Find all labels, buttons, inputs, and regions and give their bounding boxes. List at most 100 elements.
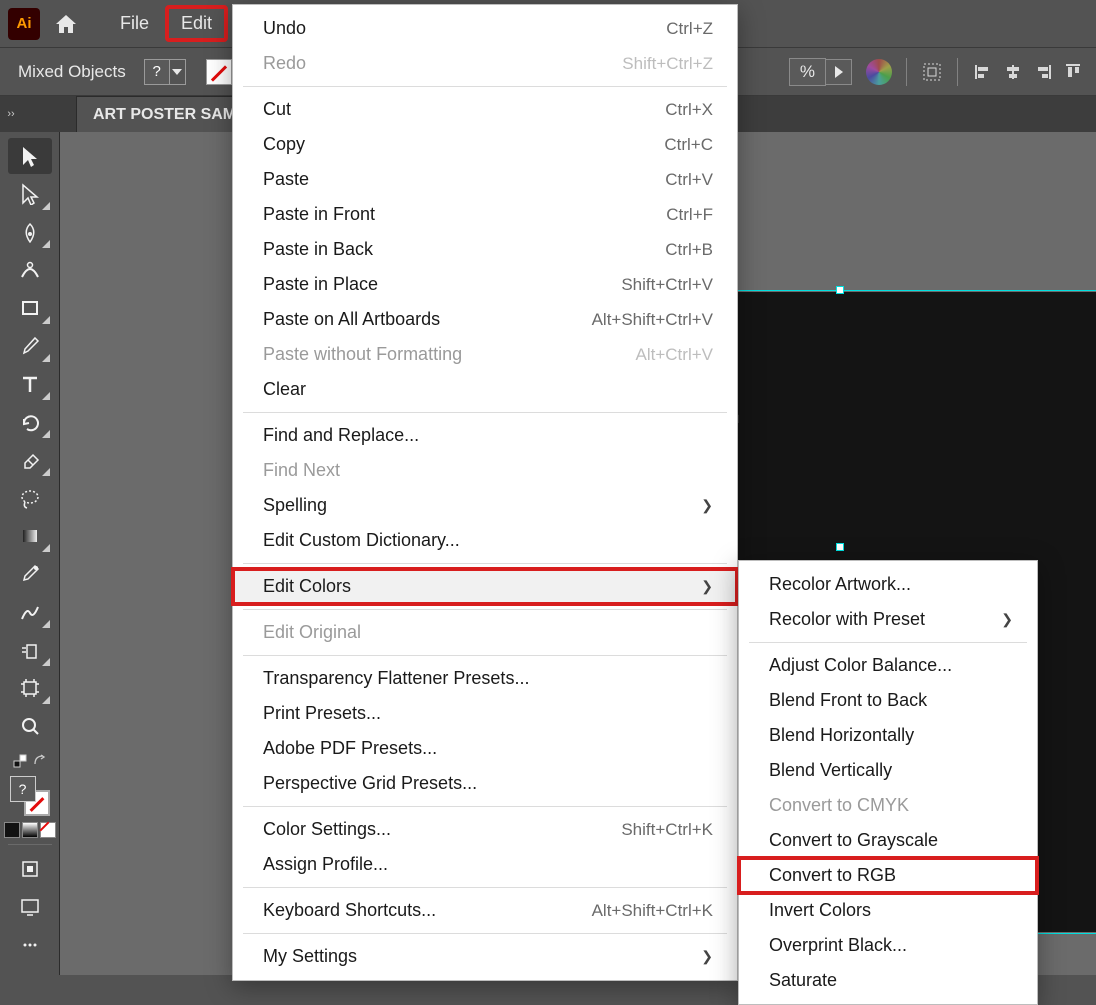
editcolors-item-blend-front-to-back[interactable]: Blend Front to Back [739, 683, 1037, 718]
rectangle-tool[interactable] [8, 290, 52, 326]
menu-item-label: Blend Horizontally [769, 725, 1013, 746]
menu-item-label: Clear [263, 379, 713, 400]
direct-selection-tool[interactable] [8, 176, 52, 212]
align-left-icon[interactable] [972, 61, 994, 83]
editcolors-item-recolor-artwork[interactable]: Recolor Artwork... [739, 567, 1037, 602]
fill-swatch[interactable]: ? [144, 59, 170, 85]
align-right-icon[interactable] [1032, 61, 1054, 83]
selection-type-label: Mixed Objects [12, 62, 132, 82]
recolor-artwork-icon[interactable] [866, 59, 892, 85]
edit-menu-item-cut[interactable]: CutCtrl+X [233, 92, 737, 127]
menu-item-label: Adjust Color Balance... [769, 655, 1013, 676]
editcolors-item-blend-horizontally[interactable]: Blend Horizontally [739, 718, 1037, 753]
editcolors-item-blend-vertically[interactable]: Blend Vertically [739, 753, 1037, 788]
paintbrush-tool[interactable] [8, 328, 52, 364]
screen-mode-icon[interactable] [8, 889, 52, 925]
edit-menu-item-color-settings[interactable]: Color Settings...Shift+Ctrl+K [233, 812, 737, 847]
menu-item-shortcut: Ctrl+C [664, 135, 713, 155]
fill-stroke-indicator[interactable]: ? [10, 776, 50, 816]
opacity-step-button[interactable] [826, 59, 852, 85]
menu-edit[interactable]: Edit [167, 7, 226, 40]
menu-item-label: Print Presets... [263, 703, 713, 724]
edit-menu-item-paste-on-all-artboards[interactable]: Paste on All Artboards Alt+Shift+Ctrl+V [233, 302, 737, 337]
type-tool[interactable] [8, 366, 52, 402]
eraser-tool[interactable] [8, 442, 52, 478]
opacity-value[interactable]: % [789, 58, 826, 86]
edit-menu-item-paste-in-back[interactable]: Paste in Back Ctrl+B [233, 232, 737, 267]
edit-menu-item-transparency-flattener-presets[interactable]: Transparency Flattener Presets... [233, 661, 737, 696]
edit-menu-item-spelling[interactable]: Spelling❯ [233, 488, 737, 523]
color-mode-solid[interactable] [4, 822, 20, 838]
selection-tool[interactable] [8, 138, 52, 174]
draw-mode-icon[interactable] [8, 851, 52, 887]
editcolors-item-overprint-black[interactable]: Overprint Black... [739, 928, 1037, 963]
swap-fill-stroke-icon[interactable] [13, 754, 27, 768]
menu-item-label: Transparency Flattener Presets... [263, 668, 713, 689]
expand-panels-icon[interactable]: ›› [0, 108, 22, 120]
align-top-icon[interactable] [1062, 61, 1084, 83]
pen-tool[interactable] [8, 214, 52, 250]
edit-menu-item-print-presets[interactable]: Print Presets... [233, 696, 737, 731]
menu-item-label: Paste on All Artboards [263, 309, 552, 330]
edit-menu-item-perspective-grid-presets[interactable]: Perspective Grid Presets... [233, 766, 737, 801]
menu-item-label: Perspective Grid Presets... [263, 773, 713, 794]
align-hcenter-icon[interactable] [1002, 61, 1024, 83]
editcolors-item-convert-to-rgb[interactable]: Convert to RGB [739, 858, 1037, 893]
menu-item-label: Overprint Black... [769, 935, 1013, 956]
menu-file[interactable]: File [106, 7, 163, 40]
submenu-arrow-icon: ❯ [1001, 611, 1013, 628]
lasso-tool[interactable] [8, 480, 52, 516]
edit-menu-item-keyboard-shortcuts[interactable]: Keyboard Shortcuts...Alt+Shift+Ctrl+K [233, 893, 737, 928]
app-logo-icon: Ai [8, 8, 40, 40]
menu-item-label: Redo [263, 53, 582, 74]
stroke-swatch[interactable] [206, 59, 232, 85]
color-mode-gradient[interactable] [22, 822, 38, 838]
edit-menu-item-find-next: Find Next [233, 453, 737, 488]
menu-item-shortcut: Ctrl+B [665, 240, 713, 260]
menu-item-shortcut: Alt+Shift+Ctrl+V [592, 310, 713, 330]
edit-menu-item-redo: RedoShift+Ctrl+Z [233, 46, 737, 81]
editcolors-item-adjust-color-balance[interactable]: Adjust Color Balance... [739, 648, 1037, 683]
default-fill-stroke-icon[interactable] [33, 754, 47, 768]
edit-menu-item-clear[interactable]: Clear [233, 372, 737, 407]
menu-item-label: Paste in Back [263, 239, 625, 260]
edit-menu-item-copy[interactable]: CopyCtrl+C [233, 127, 737, 162]
menu-item-label: Edit Original [263, 622, 713, 643]
edit-menu-item-assign-profile[interactable]: Assign Profile... [233, 847, 737, 882]
edit-menu-item-paste-in-place[interactable]: Paste in PlaceShift+Ctrl+V [233, 267, 737, 302]
editcolors-item-convert-to-grayscale[interactable]: Convert to Grayscale [739, 823, 1037, 858]
edit-menu-item-my-settings[interactable]: My Settings❯ [233, 939, 737, 974]
eyedropper-tool[interactable] [8, 556, 52, 592]
transform-panel-icon[interactable] [921, 61, 943, 83]
curvature-tool[interactable] [8, 252, 52, 288]
symbol-sprayer-tool[interactable] [8, 632, 52, 668]
editcolors-item-saturate[interactable]: Saturate [739, 963, 1037, 998]
menu-item-label: Edit Custom Dictionary... [263, 530, 713, 551]
edit-menu-item-paste-in-front[interactable]: Paste in FrontCtrl+F [233, 197, 737, 232]
fill-dropdown[interactable] [170, 59, 186, 85]
home-button[interactable] [50, 8, 82, 40]
editcolors-item-invert-colors[interactable]: Invert Colors [739, 893, 1037, 928]
edit-menu-item-edit-colors[interactable]: Edit Colors❯ [233, 569, 737, 604]
edit-colors-submenu: Recolor Artwork...Recolor with Preset❯ Ad… [738, 560, 1038, 1005]
menu-item-label: Convert to CMYK [769, 795, 1013, 816]
edit-toolbar-icon[interactable] [8, 927, 52, 963]
edit-menu-item-undo[interactable]: UndoCtrl+Z [233, 11, 737, 46]
gradient-tool[interactable] [8, 518, 52, 554]
selection-handle[interactable] [836, 543, 844, 551]
menu-item-shortcut: Ctrl+F [666, 205, 713, 225]
edit-menu-item-adobe-pdf-presets[interactable]: Adobe PDF Presets... [233, 731, 737, 766]
blend-tool[interactable] [8, 594, 52, 630]
rotate-tool[interactable] [8, 404, 52, 440]
editcolors-item-recolor-with-preset[interactable]: Recolor with Preset❯ [739, 602, 1037, 637]
edit-menu-dropdown: UndoCtrl+ZRedoShift+Ctrl+Z CutCtrl+XCopyC… [232, 4, 738, 981]
artboard-tool[interactable] [8, 670, 52, 706]
zoom-tool[interactable] [8, 708, 52, 744]
edit-menu-item-paste[interactable]: PasteCtrl+V [233, 162, 737, 197]
menu-separator [243, 563, 727, 564]
edit-menu-item-find-and-replace[interactable]: Find and Replace... [233, 418, 737, 453]
edit-menu-item-edit-custom-dictionary[interactable]: Edit Custom Dictionary... [233, 523, 737, 558]
selection-handle[interactable] [836, 286, 844, 294]
menu-separator [243, 412, 727, 413]
color-mode-none[interactable] [40, 822, 56, 838]
